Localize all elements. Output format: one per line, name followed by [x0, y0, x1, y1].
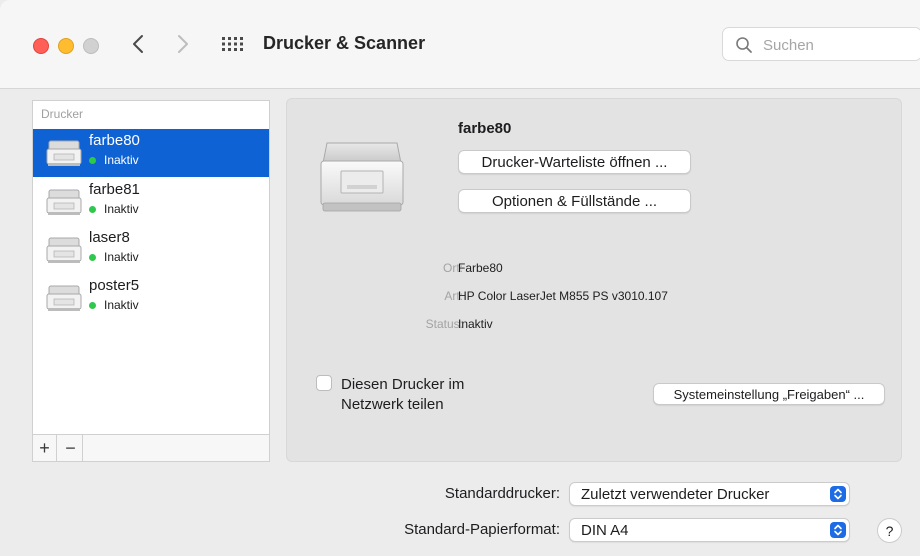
printer-icon — [46, 237, 82, 263]
open-print-queue-button[interactable]: Drucker-Warteliste öffnen ... — [458, 150, 691, 174]
printer-name: farbe81 — [89, 181, 140, 198]
printer-list-item-farbe80[interactable]: farbe80 Inaktiv — [33, 129, 269, 177]
printer-status-text: Inaktiv — [104, 250, 139, 264]
search-icon — [736, 37, 752, 53]
paper-size-label: Standard-Papierformat: — [404, 521, 560, 538]
printer-status-text: Inaktiv — [104, 153, 139, 167]
toolbar: Drucker & Scanner — [0, 0, 920, 89]
selected-printer-name: farbe80 — [458, 120, 512, 137]
status-value: Inaktiv — [458, 317, 493, 331]
printer-status: Inaktiv — [89, 250, 139, 264]
printer-icon — [46, 189, 82, 215]
default-printer-value: Zuletzt verwendeter Drucker — [581, 486, 770, 503]
info-row-location: Ort: Farbe80 — [287, 261, 903, 281]
info-row-status: Status: Inaktiv — [287, 317, 903, 337]
chevron-right-icon — [178, 35, 188, 53]
printer-large-icon — [320, 142, 404, 212]
show-all-button[interactable] — [221, 34, 243, 54]
window-title: Drucker & Scanner — [263, 33, 426, 53]
printer-status-text: Inaktiv — [104, 298, 139, 312]
up-down-arrows-icon — [830, 522, 846, 538]
add-printer-button[interactable]: + — [33, 435, 57, 461]
options-supplies-button[interactable]: Optionen & Füllstände ... — [458, 189, 691, 213]
zoom-window-button[interactable] — [83, 38, 99, 54]
printer-name: poster5 — [89, 277, 140, 294]
remove-printer-button[interactable]: − — [59, 435, 83, 461]
search-field[interactable] — [722, 27, 920, 61]
status-dot-icon — [89, 205, 96, 213]
printer-icon — [46, 285, 82, 311]
printer-list-item-farbe81[interactable]: farbe81 Inaktiv — [33, 178, 269, 226]
status-dot-icon — [89, 301, 96, 309]
printer-status: Inaktiv — [89, 153, 139, 167]
location-value: Farbe80 — [458, 261, 503, 275]
back-button[interactable] — [127, 31, 149, 57]
minimize-window-button[interactable] — [58, 38, 74, 54]
printer-icon — [46, 140, 82, 166]
default-printer-select[interactable]: Zuletzt verwendeter Drucker — [569, 482, 850, 506]
printer-list: Drucker farbe80 Inaktiv farbe81 Inaktiv … — [32, 100, 270, 462]
share-printer-label: Diesen Drucker im Netzwerk teilen — [341, 376, 465, 413]
paper-size-select[interactable]: DIN A4 — [569, 518, 850, 542]
close-window-button[interactable] — [33, 38, 49, 54]
grid-icon — [222, 37, 243, 51]
printer-list-header: Drucker — [41, 107, 84, 121]
info-row-kind: Art: HP Color LaserJet M855 PS v3010.107 — [287, 289, 903, 309]
printer-status: Inaktiv — [89, 202, 139, 216]
printer-list-item-poster5[interactable]: poster5 Inaktiv — [33, 274, 269, 322]
paper-size-value: DIN A4 — [581, 522, 629, 539]
printer-status: Inaktiv — [89, 298, 139, 312]
chevron-left-icon — [133, 35, 143, 53]
printer-list-item-laser8[interactable]: laser8 Inaktiv — [33, 226, 269, 274]
sharing-preferences-button[interactable]: Systemeinstellung „Freigaben“ ... — [653, 383, 885, 405]
up-down-arrows-icon — [830, 486, 846, 502]
printer-detail-panel: farbe80 Drucker-Warteliste öffnen ... Op… — [286, 98, 902, 462]
printers-scanners-window: Drucker & Scanner Drucker farbe80 Inakti… — [0, 0, 920, 556]
help-button[interactable]: ? — [877, 518, 902, 543]
printer-name: farbe80 — [89, 132, 140, 149]
default-printer-label: Standarddrucker: — [444, 485, 560, 502]
printer-list-footer: + − — [33, 434, 269, 461]
search-input[interactable] — [761, 34, 915, 56]
share-printer-checkbox[interactable] — [316, 375, 332, 391]
status-dot-icon — [89, 156, 96, 164]
kind-value: HP Color LaserJet M855 PS v3010.107 — [458, 289, 668, 303]
forward-button[interactable] — [172, 31, 194, 57]
printer-status-text: Inaktiv — [104, 202, 139, 216]
printer-name: laser8 — [89, 229, 130, 246]
status-dot-icon — [89, 253, 96, 261]
